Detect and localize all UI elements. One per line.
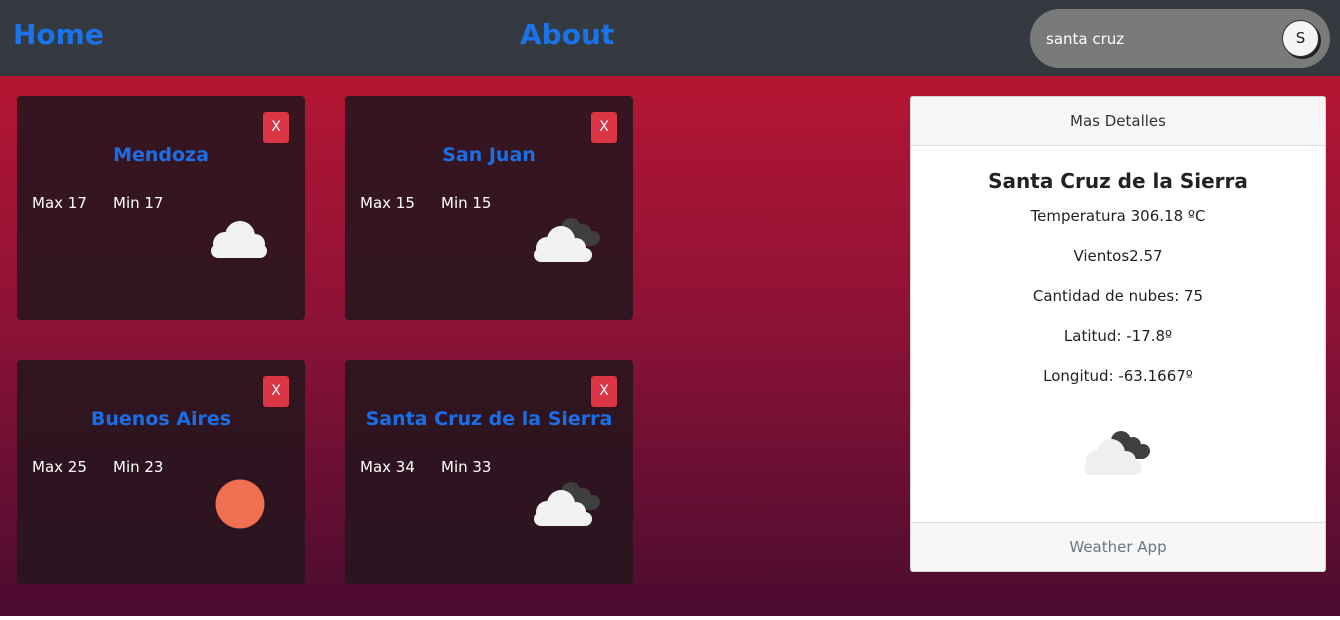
broken-clouds-icon <box>534 482 600 526</box>
max-temp: Max 34 <box>360 458 415 476</box>
nav-about-link[interactable]: About <box>520 18 614 51</box>
sun-icon <box>215 479 265 529</box>
city-card-buenos-aires: X Buenos Aires Max 25 Min 23 <box>17 360 305 584</box>
city-name[interactable]: Buenos Aires <box>17 408 305 430</box>
detail-longitude: Longitud: -63.1667º <box>1043 367 1193 385</box>
cloud-icon <box>211 221 267 258</box>
nav-home-link[interactable]: Home <box>13 18 104 51</box>
navbar: Home About S <box>0 0 1340 76</box>
min-temp: Min 17 <box>113 194 164 212</box>
min-temp: Min 23 <box>113 458 164 476</box>
max-temp: Max 15 <box>360 194 415 212</box>
broken-clouds-icon <box>1084 431 1150 475</box>
city-card-san-juan: X San Juan Max 15 Min 15 <box>345 96 633 320</box>
search-input[interactable] <box>1046 27 1276 51</box>
detail-latitude: Latitud: -17.8º <box>1063 327 1173 345</box>
detail-header: Mas Detalles <box>911 97 1325 146</box>
broken-clouds-icon <box>534 218 600 262</box>
min-temp: Min 33 <box>441 458 492 476</box>
city-name[interactable]: Mendoza <box>17 144 305 166</box>
close-card-button[interactable]: X <box>591 112 617 143</box>
detail-wind: Vientos2.57 <box>1073 247 1163 265</box>
close-card-button[interactable]: X <box>263 112 289 143</box>
city-name[interactable]: San Juan <box>345 144 633 166</box>
max-temp: Max 17 <box>32 194 87 212</box>
city-name[interactable]: Santa Cruz de la Sierra <box>345 408 633 430</box>
search-button[interactable]: S <box>1282 20 1319 57</box>
detail-clouds: Cantidad de nubes: 75 <box>1032 287 1204 305</box>
max-temp: Max 25 <box>32 458 87 476</box>
close-card-button[interactable]: X <box>263 376 289 407</box>
detail-footer: Weather App <box>911 522 1325 571</box>
main-area: X Mendoza Max 17 Min 17 X San Juan Max 1… <box>0 76 1340 616</box>
min-temp: Min 15 <box>441 194 492 212</box>
city-card-mendoza: X Mendoza Max 17 Min 17 <box>17 96 305 320</box>
detail-city-name: Santa Cruz de la Sierra <box>988 169 1248 193</box>
city-card-santa-cruz: X Santa Cruz de la Sierra Max 34 Min 33 <box>345 360 633 584</box>
detail-panel: Mas Detalles Santa Cruz de la Sierra Tem… <box>910 96 1326 572</box>
close-card-button[interactable]: X <box>591 376 617 407</box>
detail-temperature: Temperatura 306.18 ºC <box>1030 207 1206 225</box>
search-bar: S <box>1030 9 1330 68</box>
